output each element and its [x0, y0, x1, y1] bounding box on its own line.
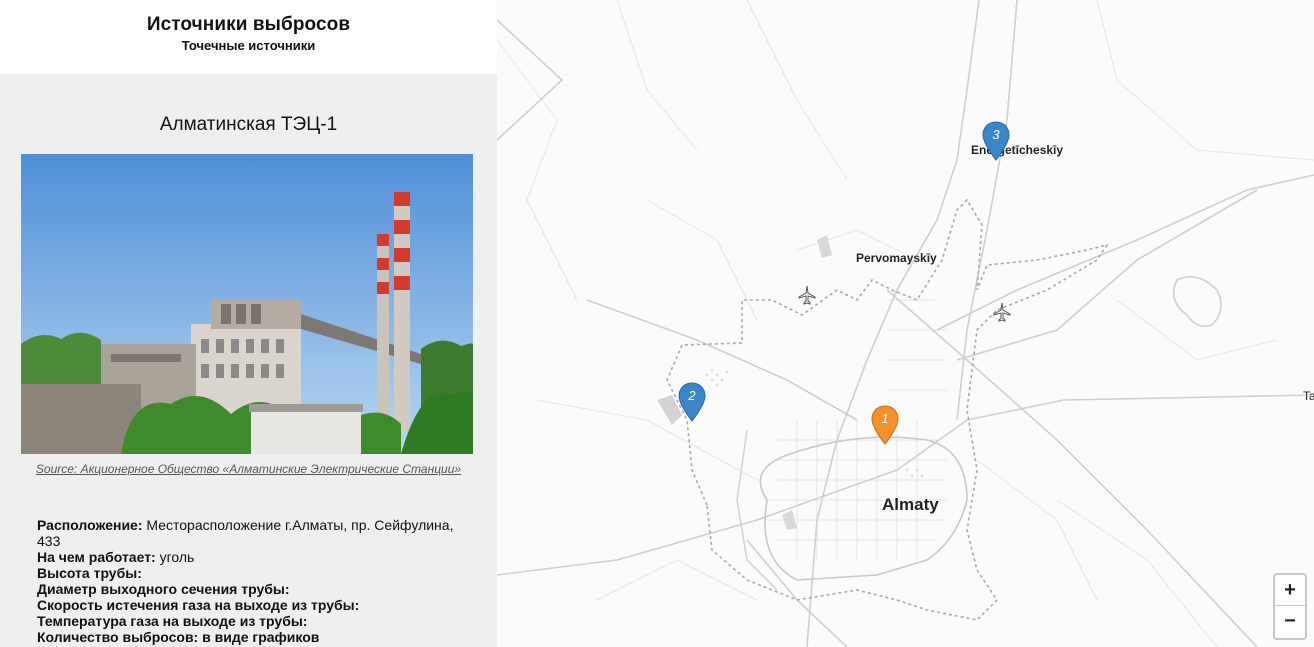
map-base-layer: [497, 0, 1314, 647]
page-title: Источники выбросов: [146, 14, 351, 35]
speed-label: Скорость истечения газа на выходе из тру…: [37, 597, 360, 613]
place-label-ta: Ta: [1303, 389, 1314, 403]
marker-1[interactable]: 1: [871, 405, 899, 445]
marker-number: 2: [688, 388, 696, 403]
place-label-pervomayskiy: Pervomayskīy: [856, 251, 937, 265]
source-panel: Алматинская ТЭЦ-1 Source: Акционерное Об…: [0, 74, 497, 647]
map[interactable]: Energetīcheskīy Pervomayskīy Almaty Ta 1…: [497, 0, 1314, 647]
marker-number: 3: [992, 127, 1000, 142]
place-label-almaty: Almaty: [882, 495, 939, 514]
sidebar-header: Источники выбросов Точечные источники: [0, 0, 497, 74]
airplane-icon: [993, 302, 1011, 322]
source-name: Алматинская ТЭЦ-1: [159, 114, 338, 135]
sidebar: Источники выбросов Точечные источники Ал…: [0, 0, 497, 647]
zoom-control: + −: [1273, 573, 1307, 640]
zoom-in-button[interactable]: +: [1275, 575, 1305, 606]
fuel-value: уголь: [155, 549, 195, 565]
fuel-row: На чем работает: уголь: [37, 549, 457, 565]
zoom-out-button[interactable]: −: [1275, 606, 1305, 636]
marker-number: 1: [881, 411, 889, 426]
emissions-label: Количество выбросов: в виде графиков: [37, 629, 320, 645]
source-details: Расположение: Месторасположение г.Алматы…: [37, 517, 457, 645]
location-label: Расположение:: [37, 517, 143, 533]
temperature-label: Температура газа на выходе из трубы:: [37, 613, 308, 629]
location-row: Расположение: Месторасположение г.Алматы…: [37, 517, 457, 549]
height-label: Высота трубы:: [37, 565, 142, 581]
page-subtitle: Точечные источники: [181, 38, 316, 53]
airplane-icon: [798, 285, 816, 305]
marker-2[interactable]: 2: [678, 382, 706, 422]
diameter-label: Диаметр выходного сечения трубы:: [37, 581, 290, 597]
fuel-label: На чем работает:: [37, 549, 156, 565]
photo-credit-link[interactable]: Source: Акционерное Общество «Алматински…: [0, 462, 497, 476]
source-photo: [21, 154, 473, 454]
marker-3[interactable]: 3: [982, 121, 1010, 161]
